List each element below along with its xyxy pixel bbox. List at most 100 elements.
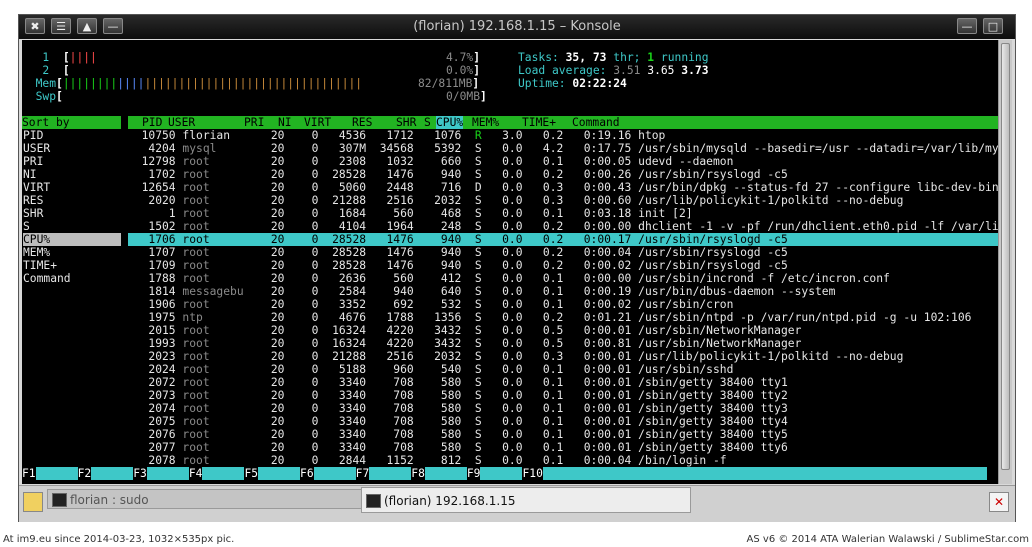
sort-option[interactable]: RES bbox=[23, 194, 121, 207]
sort-option[interactable]: S bbox=[23, 220, 121, 233]
col-pid[interactable]: PID bbox=[142, 116, 162, 129]
title-bar[interactable]: ✖ ☰ ▲ — (florian) 192.168.1.15 – Konsole… bbox=[19, 15, 1015, 39]
fkey-label-slot[interactable] bbox=[369, 467, 412, 480]
scrollbar-thumb[interactable] bbox=[1001, 43, 1010, 470]
sort-option[interactable]: SHR bbox=[23, 207, 121, 220]
function-key-bar[interactable]: F1 F2 F3 F4 F5 F6 F7 F8 F9 F10 bbox=[22, 467, 1012, 480]
fkey-f9[interactable]: F9 bbox=[467, 467, 481, 480]
sort-option[interactable]: VIRT bbox=[23, 181, 121, 194]
fkey-f5[interactable]: F5 bbox=[244, 467, 258, 480]
fkey-f3[interactable]: F3 bbox=[133, 467, 147, 480]
table-row[interactable]: 1709 root 20 0 28528 1476 940 S 0.0 0.2 … bbox=[128, 259, 1012, 272]
table-row[interactable]: 1975 ntp 20 0 4676 1788 1356 S 0.0 0.2 0… bbox=[128, 311, 1012, 324]
table-row[interactable]: 2073 root 20 0 3340 708 580 S 0.0 0.1 0:… bbox=[128, 389, 1012, 402]
column-header-row[interactable]: PID USER PRI NI VIRT RES SHR S CPU% MEM% TIME+ Comm… bbox=[128, 116, 998, 129]
fkey-label-slot[interactable] bbox=[313, 467, 356, 480]
terminal-scrollbar[interactable] bbox=[998, 40, 1012, 484]
fkey-label-slot[interactable] bbox=[480, 467, 523, 480]
col-shr[interactable]: SHR bbox=[396, 116, 416, 129]
cpu1-value: 4.7%] bbox=[446, 51, 481, 64]
maximize-icon[interactable]: □ bbox=[983, 18, 1003, 34]
table-row[interactable]: 1993 root 20 0 16324 4220 3432 S 0.0 0.5… bbox=[128, 337, 1012, 350]
close-tab-icon[interactable]: ✕ bbox=[989, 492, 1009, 512]
col-time[interactable]: TIME+ bbox=[522, 116, 556, 129]
table-row[interactable]: 2015 root 20 0 16324 4220 3432 S 0.0 0.5… bbox=[128, 324, 1012, 337]
col-user[interactable]: USER bbox=[168, 116, 195, 129]
fkey-f7[interactable]: F7 bbox=[356, 467, 370, 480]
table-row[interactable]: 2076 root 20 0 3340 708 580 S 0.0 0.1 0:… bbox=[128, 428, 1012, 441]
tab-florian-sudo[interactable]: florian : sudo bbox=[47, 489, 377, 509]
fkey-label-slot[interactable] bbox=[202, 467, 245, 480]
fkey-label-slot[interactable] bbox=[542, 467, 987, 480]
cell-virt: 3340 bbox=[325, 389, 373, 402]
table-row[interactable]: 2077 root 20 0 3340 708 580 S 0.0 0.1 0:… bbox=[128, 441, 1012, 454]
fkey-label-slot[interactable] bbox=[146, 467, 189, 480]
col-pri[interactable]: PRI bbox=[244, 116, 264, 129]
col-mem[interactable]: MEM% bbox=[472, 116, 499, 129]
table-row[interactable]: 2074 root 20 0 3340 708 580 S 0.0 0.1 0:… bbox=[128, 402, 1012, 415]
fkey-label-slot[interactable] bbox=[91, 467, 134, 480]
fkey-label-slot[interactable] bbox=[35, 467, 78, 480]
col-virt[interactable]: VIRT bbox=[304, 116, 331, 129]
table-row[interactable]: 1707 root 20 0 28528 1476 940 S 0.0 0.2 … bbox=[128, 246, 1012, 259]
minimize-right-icon[interactable]: — bbox=[957, 18, 977, 34]
fkey-f4[interactable]: F4 bbox=[189, 467, 203, 480]
table-row[interactable]: 2024 root 20 0 5188 960 540 S 0.0 0.1 0:… bbox=[128, 363, 1012, 376]
col-s[interactable]: S bbox=[424, 116, 431, 129]
sort-option[interactable]: Command bbox=[23, 272, 121, 285]
sort-option[interactable]: TIME+ bbox=[23, 259, 121, 272]
cell-shr: 580 bbox=[420, 376, 469, 389]
fkey-f2[interactable]: F2 bbox=[78, 467, 92, 480]
fkey-f1[interactable]: F1 bbox=[22, 467, 36, 480]
table-row[interactable]: 2023 root 20 0 21288 2516 2032 S 0.0 0.3… bbox=[128, 350, 1012, 363]
fkey-f8[interactable]: F8 bbox=[411, 467, 425, 480]
cell-pri: 20 bbox=[257, 285, 292, 298]
table-row[interactable]: 2078 root 20 0 2844 1152 812 S 0.0 0.1 0… bbox=[128, 454, 1012, 467]
table-row[interactable]: 1788 root 20 0 2636 560 412 S 0.0 0.1 0:… bbox=[128, 272, 1012, 285]
new-tab-icon[interactable] bbox=[23, 492, 43, 512]
cell-time: 0:03.18 bbox=[570, 207, 639, 220]
col-cpu[interactable]: CPU% bbox=[436, 116, 464, 129]
cell-virt: 3340 bbox=[325, 441, 373, 454]
table-row[interactable]: 2020 root 20 0 21288 2516 2032 S 0.0 0.3… bbox=[128, 194, 1012, 207]
table-row[interactable]: 1706 root 20 0 28528 1476 940 S 0.0 0.2 … bbox=[128, 233, 998, 246]
sort-option[interactable]: PRI bbox=[23, 155, 121, 168]
process-table[interactable]: 10750 florian 20 0 4536 1712 1076 R 3.0 … bbox=[128, 129, 1012, 467]
fkey-label-slot[interactable] bbox=[424, 467, 467, 480]
col-command[interactable]: Command bbox=[572, 116, 620, 129]
cell-command: /usr/sbin/rsyslogd -c5 bbox=[638, 259, 788, 272]
table-row[interactable]: 1502 root 20 0 4104 1964 248 S 0.0 0.2 0… bbox=[128, 220, 1012, 233]
sort-option[interactable]: NI bbox=[23, 168, 121, 181]
cell-ni: 0 bbox=[291, 194, 326, 207]
fkey-f6[interactable]: F6 bbox=[300, 467, 314, 480]
cell-virt: 4536 bbox=[325, 129, 373, 142]
cell-shr: 580 bbox=[420, 428, 469, 441]
table-row[interactable]: 10750 florian 20 0 4536 1712 1076 R 3.0 … bbox=[128, 129, 1012, 142]
table-row[interactable]: 2072 root 20 0 3340 708 580 S 0.0 0.1 0:… bbox=[128, 376, 1012, 389]
sort-option[interactable]: MEM% bbox=[23, 246, 121, 259]
cell-user: root bbox=[182, 454, 258, 467]
cell-shr: 540 bbox=[420, 363, 469, 376]
terminal-view[interactable]: 1 [|||| 4.7%] 2 [ 0.0%] Mem[||||||||||||… bbox=[22, 40, 1012, 484]
table-row[interactable]: 4204 mysql 20 0 307M 34568 5392 S 0.0 4.… bbox=[128, 142, 1012, 155]
sort-options-list[interactable]: PID USER PRI NI VIRT RES SHR S CPU% MEM% TIME+ Comm… bbox=[23, 129, 121, 285]
tab-florian-remote[interactable]: (florian) 192.168.1.15 bbox=[361, 487, 691, 513]
cell-pri: 20 bbox=[257, 376, 292, 389]
fkey-f10[interactable]: F10 bbox=[522, 467, 542, 480]
cell-s: S bbox=[468, 285, 489, 298]
cell-ni: 0 bbox=[291, 324, 326, 337]
table-row[interactable]: 1814 messagebu 20 0 2584 940 640 S 0.0 0… bbox=[128, 285, 1012, 298]
sort-option[interactable]: CPU% bbox=[23, 233, 121, 246]
table-row[interactable]: 1702 root 20 0 28528 1476 940 S 0.0 0.2 … bbox=[128, 168, 1012, 181]
sort-option[interactable]: USER bbox=[23, 142, 121, 155]
fkey-label-slot[interactable] bbox=[258, 467, 301, 480]
sort-option[interactable]: PID bbox=[23, 129, 121, 142]
col-ni[interactable]: NI bbox=[278, 116, 292, 129]
table-row[interactable]: 12654 root 20 0 5060 2448 716 D 0.0 0.3 … bbox=[128, 181, 1012, 194]
cell-ni: 0 bbox=[291, 129, 326, 142]
table-row[interactable]: 1906 root 20 0 3352 692 532 S 0.0 0.1 0:… bbox=[128, 298, 1012, 311]
table-row[interactable]: 1 root 20 0 1684 560 468 S 0.0 0.1 0:03.… bbox=[128, 207, 1012, 220]
table-row[interactable]: 12798 root 20 0 2308 1032 660 S 0.0 0.1 … bbox=[128, 155, 1012, 168]
col-res[interactable]: RES bbox=[352, 116, 372, 129]
table-row[interactable]: 2075 root 20 0 3340 708 580 S 0.0 0.1 0:… bbox=[128, 415, 1012, 428]
